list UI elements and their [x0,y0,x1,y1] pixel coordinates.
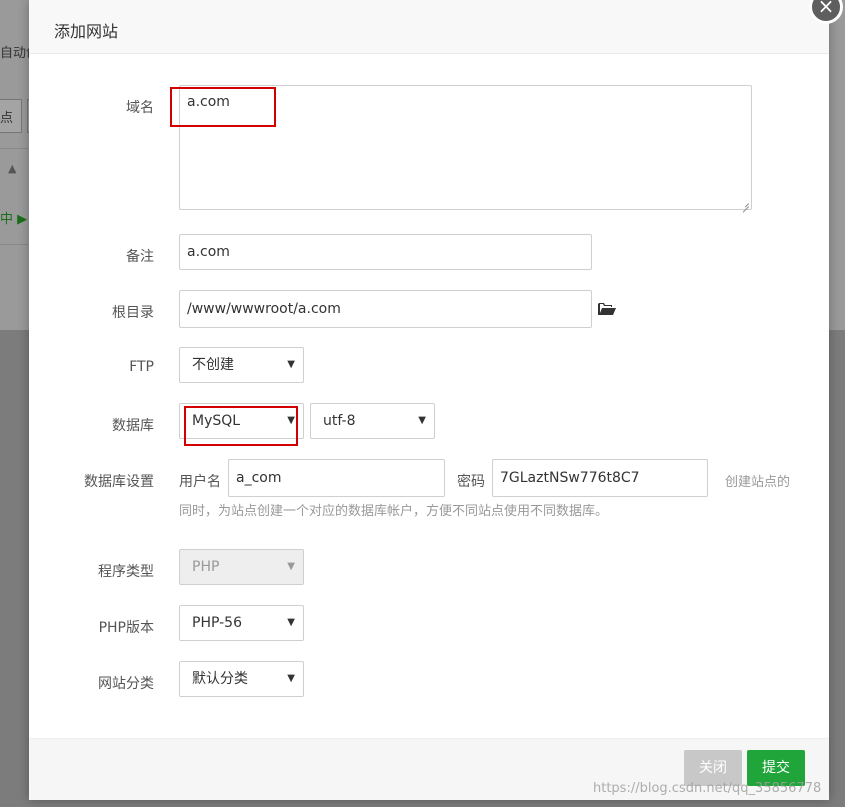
php-version-select[interactable]: PHP-56 ▼ [179,605,304,641]
add-site-dialog: 添加网站 域名 a.com 备注 a.com 根目录 /www/wwwroot/… [29,0,843,800]
database-settings-label: 数据库设置 [84,474,154,490]
watermark-text: https://blog.csdn.net/qq_35856778 [593,781,822,796]
database-charset-value: utf-8 [323,413,356,429]
site-category-select[interactable]: 默认分类 ▼ [179,661,304,697]
root-dir-label: 根目录 [112,305,154,321]
site-category-value: 默认分类 [192,671,248,687]
db-password-label: 密码 [457,474,485,490]
dropdown-arrow-icon: ▼ [287,673,295,684]
background-button: 点 [0,99,22,133]
background-divider-2 [0,244,30,245]
db-username-label: 用户名 [179,474,221,490]
folder-open-icon[interactable] [597,301,617,317]
domain-highlight-box [170,87,276,127]
db-hint-line2: 同时，为站点创建一个对应的数据库帐户，方便不同站点使用不同数据库。 [179,504,609,519]
php-version-value: PHP-56 [192,615,242,631]
background-divider [0,148,30,149]
triangle-up-icon: ▲ [8,162,17,175]
dropdown-arrow-icon: ▼ [418,415,426,426]
program-type-label: 程序类型 [98,564,154,580]
db-hint-line1: 创建站点的 [725,475,791,490]
php-version-label: PHP版本 [98,620,154,636]
dropdown-arrow-icon: ▼ [287,617,295,628]
program-type-value: PHP [192,559,220,575]
db-username-input[interactable]: a_com [228,459,445,497]
resize-handle-icon[interactable] [741,199,749,207]
program-type-select: PHP ▼ [179,549,304,585]
root-dir-input[interactable]: /www/wwwroot/a.com [179,290,592,328]
database-charset-select[interactable]: utf-8 ▼ [310,403,435,439]
db-password-input[interactable]: 7GLaztNSw776t8C7 [492,459,708,497]
dialog-header: 添加网站 [29,0,829,54]
ftp-select[interactable]: 不创建 ▼ [179,347,304,383]
dropdown-arrow-icon: ▼ [287,561,295,572]
dropdown-arrow-icon: ▼ [287,359,295,370]
dialog-title: 添加网站 [54,22,119,41]
ftp-label: FTP [129,359,154,375]
remark-input[interactable]: a.com [179,234,592,270]
remark-label: 备注 [126,249,154,265]
database-label: 数据库 [112,418,154,434]
domain-label: 域名 [126,100,154,116]
background-status-text: 中 ▶ [0,212,28,227]
database-highlight-box [184,406,298,446]
ftp-select-value: 不创建 [192,357,234,373]
site-category-label: 网站分类 [98,676,154,692]
